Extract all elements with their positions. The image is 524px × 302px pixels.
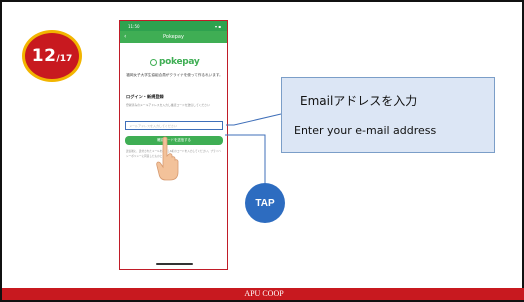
tap-badge: TAP — [245, 183, 285, 223]
email-callout-line — [226, 113, 282, 126]
home-indicator — [156, 263, 193, 265]
pokepay-logo: pokepay — [150, 57, 200, 67]
finger-pointer-icon — [156, 136, 179, 181]
footer-bar: APU COOP — [2, 288, 524, 300]
page-number-badge: 12 /17 — [22, 30, 82, 82]
page-total: /17 — [56, 54, 73, 64]
login-description: 福岡女子大学生協組合員がクライナを使って作るれいます。 — [126, 73, 223, 77]
status-time: 11:50 — [128, 24, 140, 29]
pokepay-logo-icon — [150, 58, 157, 66]
tap-connector-line — [225, 134, 266, 183]
page-current: 12 — [31, 46, 57, 66]
signal-icon: ▾ ▪ — [215, 24, 221, 29]
pokepay-logo-text: pokepay — [159, 57, 200, 67]
email-placeholder: メールアドレスを入力してください — [129, 124, 177, 128]
login-hint: 登録済みのメールアドレスを入力し確認コードを送信してください — [126, 103, 210, 107]
phone-status-bar: 11:50 ▾ ▪ — [120, 21, 227, 31]
login-section-title: ログイン・新規登録 — [126, 94, 164, 99]
email-input[interactable]: メールアドレスを入力してください — [125, 121, 223, 130]
slide-frame: 12 /17 11:50 ▾ ▪ ‹ Pokepay pokepay 福岡女子大… — [0, 0, 524, 302]
app-title: Pokepay — [163, 34, 184, 40]
email-instruction-callout: Emailアドレスを入力 Enter your e-mail address — [281, 77, 495, 153]
callout-english-text: Enter your e-mail address — [294, 124, 437, 137]
callout-japanese-text: Emailアドレスを入力 — [300, 94, 418, 108]
app-header: ‹ Pokepay — [120, 31, 227, 43]
